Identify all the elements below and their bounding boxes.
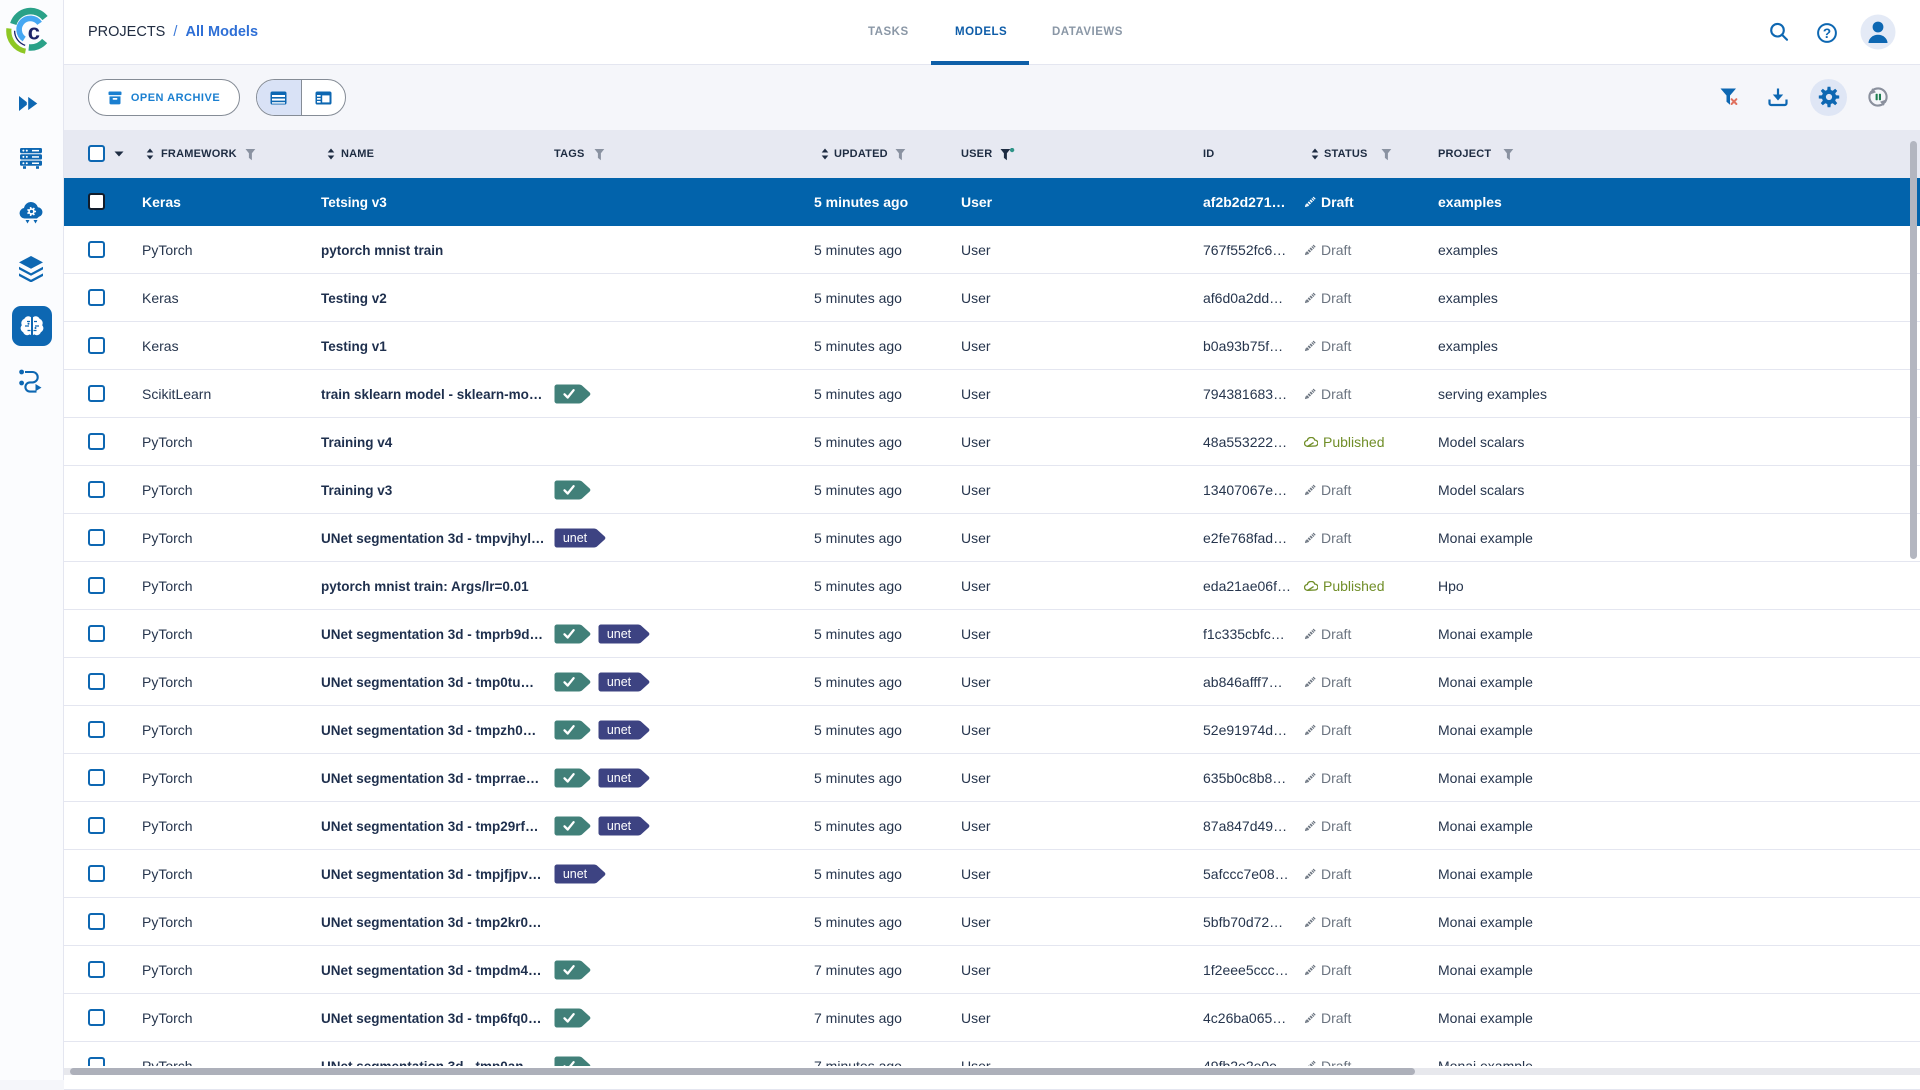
svg-text:?: ?: [1823, 26, 1831, 41]
svg-text:unet: unet: [607, 675, 632, 689]
svg-text:unet: unet: [563, 867, 588, 881]
svg-text:unet: unet: [607, 627, 632, 641]
svg-text:c: c: [28, 19, 40, 44]
svg-text:unet: unet: [607, 771, 632, 785]
svg-text:unet: unet: [607, 819, 632, 833]
svg-text:unet: unet: [607, 723, 632, 737]
svg-text:unet: unet: [563, 531, 588, 545]
